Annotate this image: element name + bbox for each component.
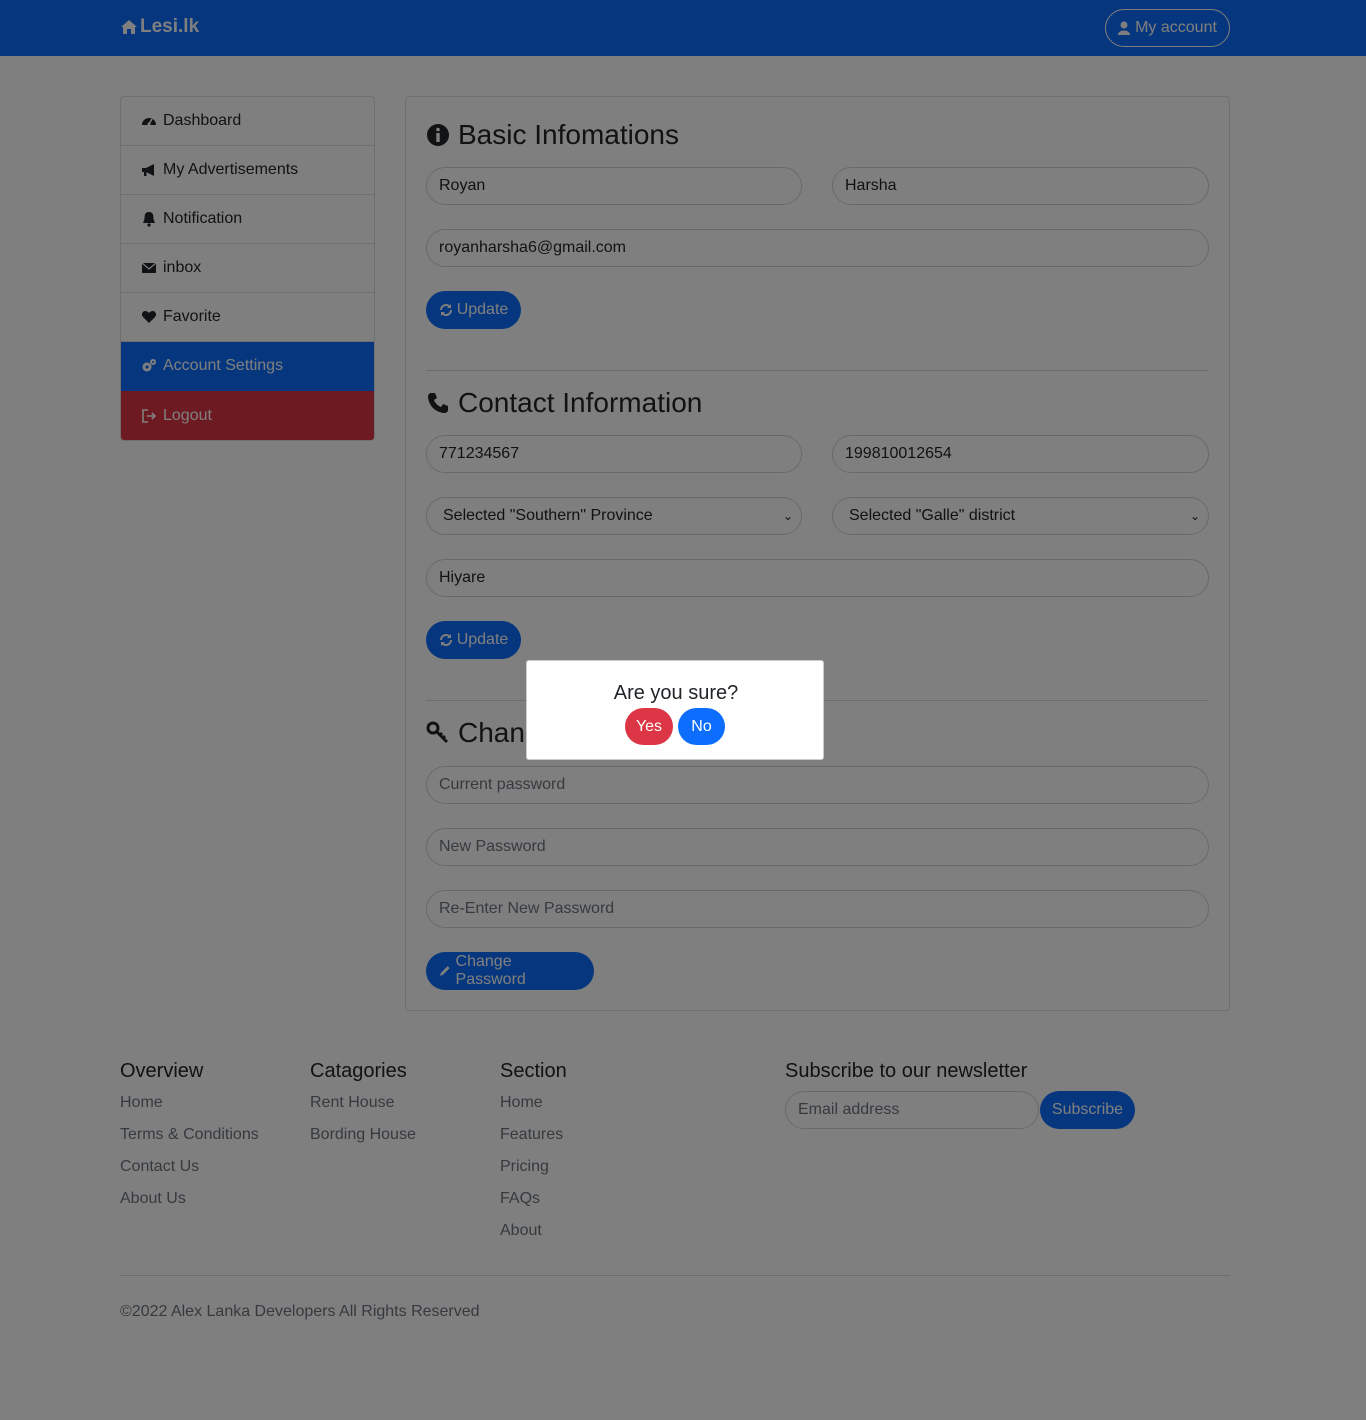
confirm-dialog-text: Are you sure? <box>613 682 739 704</box>
confirm-dialog: Are you sure? Yes No <box>526 660 824 760</box>
confirm-no-button[interactable]: No <box>678 708 725 745</box>
confirm-yes-button[interactable]: Yes <box>625 708 673 745</box>
